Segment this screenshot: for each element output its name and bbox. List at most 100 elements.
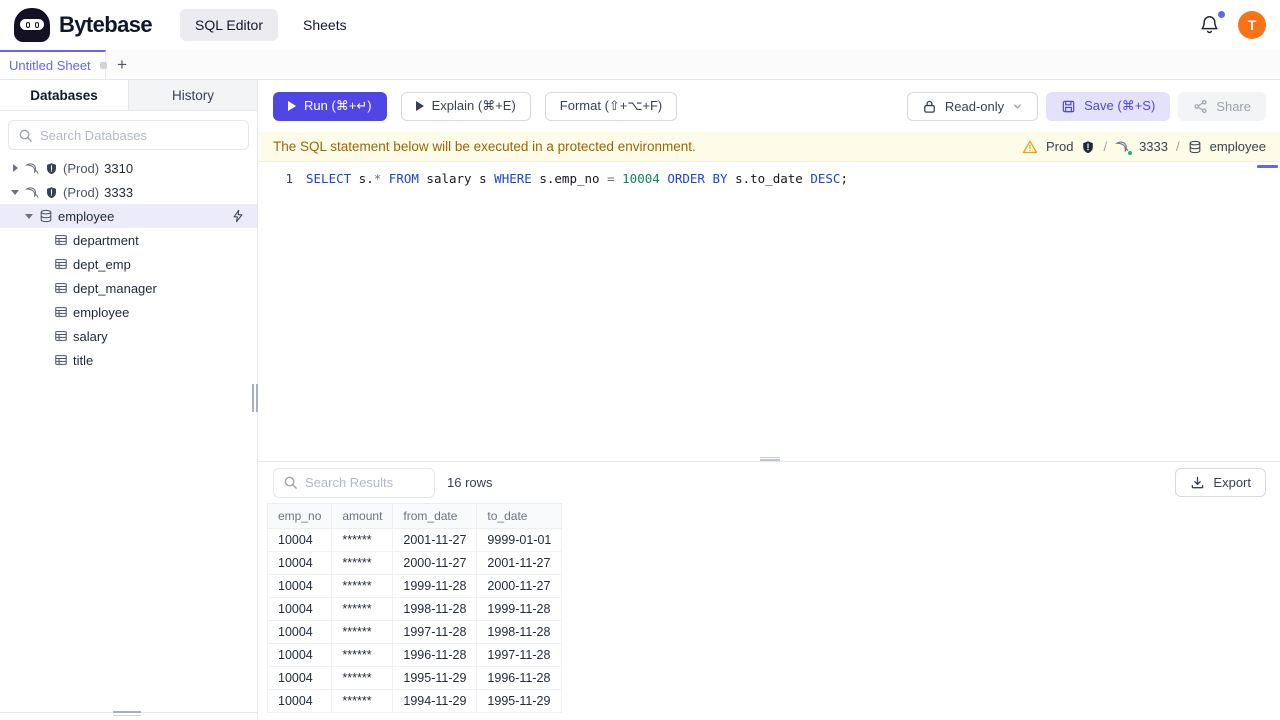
sql-editor[interactable]: 1 SELECT s.* FROM salary s WHERE s.emp_n… xyxy=(259,162,1280,461)
caret-down-icon[interactable] xyxy=(10,187,20,197)
sheet-tab-strip: Untitled Sheet + xyxy=(0,50,1280,80)
tab-databases[interactable]: Databases xyxy=(0,80,129,110)
instance-label: 3333 xyxy=(1139,139,1168,154)
readonly-mode-button[interactable]: Read-only xyxy=(906,91,1039,121)
results-search[interactable] xyxy=(273,467,481,498)
table-name: department xyxy=(73,232,139,248)
tree-item-table-title[interactable]: title xyxy=(0,348,257,372)
tree-item-table-dept_manager[interactable]: dept_manager xyxy=(0,276,257,300)
environment-label: (Prod) xyxy=(63,184,100,200)
main-panel: Run (⌘+↵) Explain (⌘+E) Format (⇧+⌥+F) R… xyxy=(259,80,1280,720)
instance-name: 3333 xyxy=(104,184,134,200)
tree-item-table-department[interactable]: department xyxy=(0,228,257,252)
nav-sheets[interactable]: Sheets xyxy=(288,9,362,41)
table-cell: 2000-11-27 xyxy=(476,574,563,598)
connect-lightning-icon[interactable] xyxy=(231,209,245,223)
explain-button[interactable]: Explain (⌘+E) xyxy=(400,91,531,121)
table-row[interactable]: 10004 ****** 1998-11-28 1999-11-28 xyxy=(266,597,563,621)
table-cell: 1995-11-29 xyxy=(392,666,478,690)
table-cell: ****** xyxy=(331,620,394,644)
table-cell: ****** xyxy=(331,689,394,713)
table-row[interactable]: 10004 ****** 2001-11-27 9999-01-01 xyxy=(266,528,563,552)
table-cell: 1998-11-28 xyxy=(476,620,563,644)
table-name: dept_manager xyxy=(73,280,157,296)
database-name: employee xyxy=(58,208,115,224)
table-cell: 10004 xyxy=(266,643,333,667)
tree-item-database-employee[interactable]: employee xyxy=(0,204,257,228)
column-header-to-date[interactable]: to_date xyxy=(476,503,563,529)
share-button[interactable]: Share xyxy=(1178,91,1266,121)
results-resize-handle[interactable] xyxy=(759,457,780,461)
search-icon xyxy=(18,128,33,143)
column-header-from-date[interactable]: from_date xyxy=(392,503,478,529)
table-cell: 2001-11-27 xyxy=(392,528,478,552)
run-button[interactable]: Run (⌘+↵) xyxy=(273,91,387,121)
table-cell: 10004 xyxy=(266,666,333,690)
instance-name: 3310 xyxy=(104,160,134,176)
caret-right-icon[interactable] xyxy=(10,163,20,173)
download-icon xyxy=(1190,475,1205,490)
tree-item-instance-3333[interactable]: (Prod) 3333 xyxy=(0,180,257,204)
sidebar-resize-handle[interactable] xyxy=(252,384,258,412)
table-name: title xyxy=(73,352,94,368)
sql-token: ORDER xyxy=(667,170,705,186)
caret-down-icon[interactable] xyxy=(24,211,34,221)
table-row[interactable]: 10004 ****** 1994-11-29 1995-11-29 xyxy=(266,689,563,713)
banner-message: The SQL statement below will be executed… xyxy=(273,139,696,154)
column-header-amount[interactable]: amount xyxy=(331,503,394,529)
table-row[interactable]: 10004 ****** 1999-11-28 2000-11-27 xyxy=(266,574,563,598)
results-header: 16 rows Export xyxy=(259,462,1280,503)
column-header-emp-no[interactable]: emp_no xyxy=(266,503,333,529)
environment-label: Prod xyxy=(1045,139,1074,154)
database-icon xyxy=(39,209,53,223)
table-cell: 1999-11-28 xyxy=(476,597,563,621)
save-button[interactable]: Save (⌘+S) xyxy=(1046,91,1171,121)
format-button[interactable]: Format (⇧+⌥+F) xyxy=(544,91,678,121)
app-header: Bytebase SQL Editor Sheets T xyxy=(0,0,1280,50)
mysql-icon xyxy=(25,161,40,176)
avatar[interactable]: T xyxy=(1238,11,1266,39)
table-cell: 10004 xyxy=(266,597,333,621)
results-panel: 16 rows Export emp_no amount from_date t… xyxy=(259,461,1280,720)
table-cell: 10004 xyxy=(266,620,333,644)
share-icon xyxy=(1193,99,1208,114)
table-row[interactable]: 10004 ****** 1995-11-29 1996-11-28 xyxy=(266,666,563,690)
table-header-row: emp_no amount from_date to_date xyxy=(266,503,563,529)
sql-token: 10004 xyxy=(622,170,660,186)
tree-item-table-salary[interactable]: salary xyxy=(0,324,257,348)
table-cell: 1997-11-28 xyxy=(476,643,563,667)
table-name: employee xyxy=(73,304,130,320)
tab-untitled-sheet[interactable]: Untitled Sheet xyxy=(0,50,107,79)
top-nav: SQL Editor Sheets xyxy=(180,9,362,41)
sql-code-line: SELECT s.* FROM salary s WHERE s.emp_no … xyxy=(306,171,848,186)
table-row[interactable]: 10004 ****** 1996-11-28 1997-11-28 xyxy=(266,643,563,667)
sql-token: s.emp_no xyxy=(531,170,608,186)
table-row[interactable]: 10004 ****** 2000-11-27 2001-11-27 xyxy=(266,551,563,575)
table-cell: 2000-11-27 xyxy=(392,551,478,575)
table-cell: 10004 xyxy=(266,689,333,713)
play-icon xyxy=(288,101,296,111)
nav-sql-editor[interactable]: SQL Editor xyxy=(180,9,278,41)
add-sheet-button[interactable]: + xyxy=(106,50,138,79)
table-cell: ****** xyxy=(331,574,394,598)
lock-icon xyxy=(922,99,937,114)
database-search[interactable] xyxy=(8,120,249,150)
table-cell: ****** xyxy=(331,666,394,690)
export-button[interactable]: Export xyxy=(1175,468,1266,497)
database-search-input[interactable] xyxy=(40,127,239,143)
tree-item-table-dept_emp[interactable]: dept_emp xyxy=(0,252,257,276)
shield-icon xyxy=(45,186,58,199)
sheet-tab-label: Untitled Sheet xyxy=(9,58,91,73)
mysql-icon xyxy=(25,185,40,200)
tab-history[interactable]: History xyxy=(129,80,257,110)
table-cell: ****** xyxy=(331,528,394,552)
notification-bell-icon[interactable] xyxy=(1197,9,1226,38)
table-row[interactable]: 10004 ****** 1997-11-28 1998-11-28 xyxy=(266,620,563,644)
sidebar-bottom-resize-handle[interactable] xyxy=(113,711,141,716)
table-cell: 1997-11-28 xyxy=(392,620,478,644)
table-cell: 1994-11-29 xyxy=(392,689,478,713)
tree-item-instance-3310[interactable]: (Prod) 3310 xyxy=(0,156,257,180)
table-name: salary xyxy=(73,328,108,344)
sql-token: s.to_date xyxy=(727,170,811,186)
tree-item-table-employee[interactable]: employee xyxy=(0,300,257,324)
